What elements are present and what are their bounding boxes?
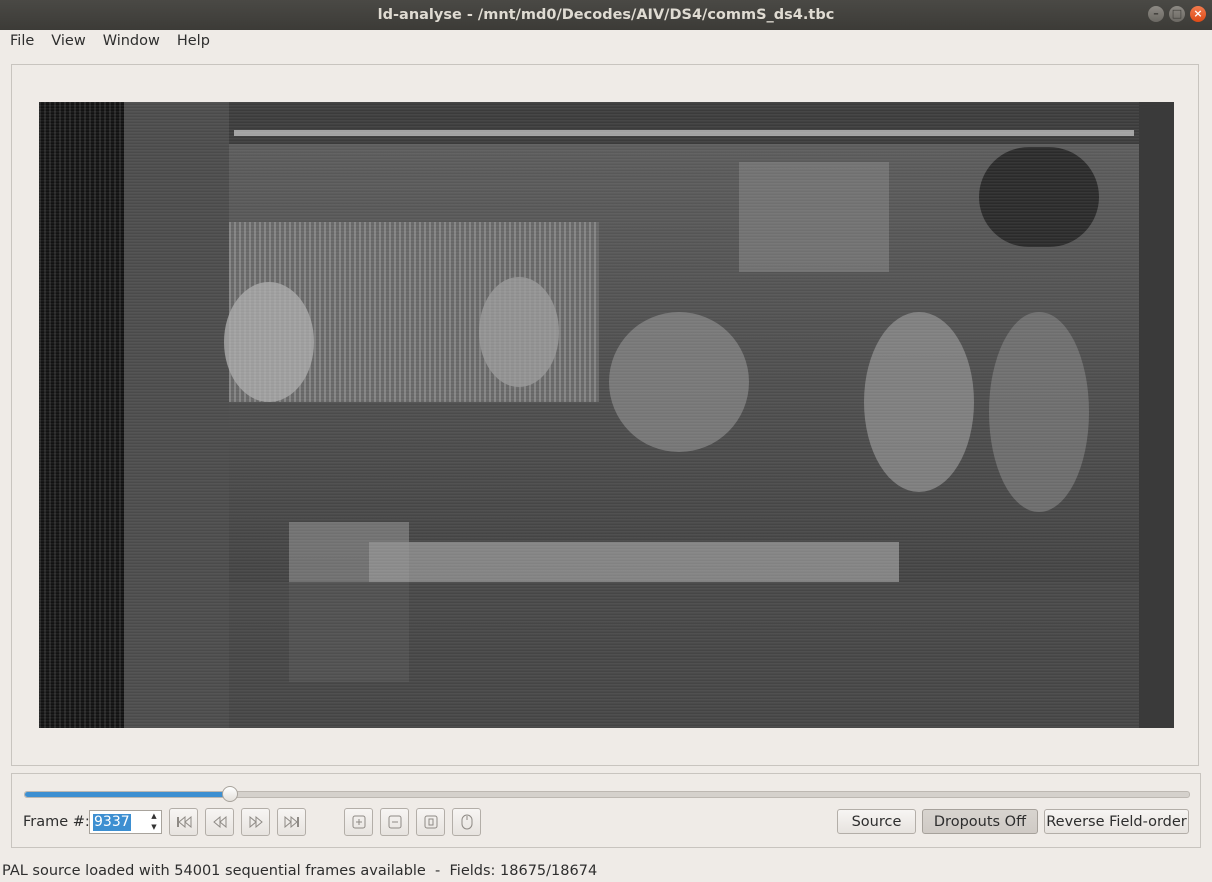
mouse-icon bbox=[461, 814, 472, 830]
spin-up-icon[interactable]: ▲ bbox=[147, 811, 161, 822]
menu-bar: File View Window Help bbox=[0, 30, 1212, 52]
zoom-out-icon bbox=[388, 815, 401, 829]
skip-to-start-icon bbox=[176, 816, 191, 828]
mouse-mode-button[interactable] bbox=[452, 808, 481, 836]
spin-down-icon[interactable]: ▼ bbox=[147, 822, 161, 833]
original-size-button[interactable] bbox=[416, 808, 445, 836]
menu-window[interactable]: Window bbox=[93, 33, 167, 49]
window-title: ld-analyse - /mnt/md0/Decodes/AIV/DS4/co… bbox=[377, 7, 835, 23]
frame-number-label: Frame #: bbox=[23, 814, 90, 830]
window-controls: – □ × bbox=[1148, 6, 1206, 22]
minimize-icon[interactable]: – bbox=[1148, 6, 1164, 22]
spinbox-arrows[interactable]: ▲ ▼ bbox=[147, 811, 161, 833]
skip-to-end-button[interactable] bbox=[277, 808, 306, 836]
title-bar: ld-analyse - /mnt/md0/Decodes/AIV/DS4/co… bbox=[0, 0, 1212, 30]
zoom-in-button[interactable] bbox=[344, 808, 373, 836]
frame-slider-track[interactable] bbox=[24, 791, 1190, 798]
zoom-in-icon bbox=[352, 815, 365, 829]
zoom-out-button[interactable] bbox=[380, 808, 409, 836]
status-bar-text: PAL source loaded with 54001 sequential … bbox=[2, 863, 598, 879]
rewind-button[interactable] bbox=[205, 808, 234, 836]
close-icon[interactable]: × bbox=[1190, 6, 1206, 22]
skip-to-start-button[interactable] bbox=[169, 808, 198, 836]
original-size-icon bbox=[424, 815, 437, 829]
video-frame-image bbox=[39, 102, 1174, 728]
reverse-field-order-button[interactable]: Reverse Field-order bbox=[1044, 809, 1189, 834]
skip-to-end-icon bbox=[284, 816, 299, 828]
source-button[interactable]: Source bbox=[837, 809, 916, 834]
fast-forward-icon bbox=[249, 816, 263, 828]
frame-slider-handle[interactable] bbox=[222, 786, 238, 802]
rewind-icon bbox=[212, 816, 226, 828]
frame-number-value[interactable]: 9337 bbox=[93, 814, 131, 831]
frame-number-spinbox[interactable]: 9337 ▲ ▼ bbox=[89, 810, 162, 834]
menu-file[interactable]: File bbox=[0, 33, 41, 49]
frame-slider-fill bbox=[25, 792, 230, 797]
menu-view[interactable]: View bbox=[41, 33, 92, 49]
menu-help[interactable]: Help bbox=[167, 33, 217, 49]
fast-forward-button[interactable] bbox=[241, 808, 270, 836]
video-frame bbox=[39, 102, 1174, 728]
dropouts-toggle-button[interactable]: Dropouts Off bbox=[922, 809, 1038, 834]
maximize-icon[interactable]: □ bbox=[1169, 6, 1185, 22]
